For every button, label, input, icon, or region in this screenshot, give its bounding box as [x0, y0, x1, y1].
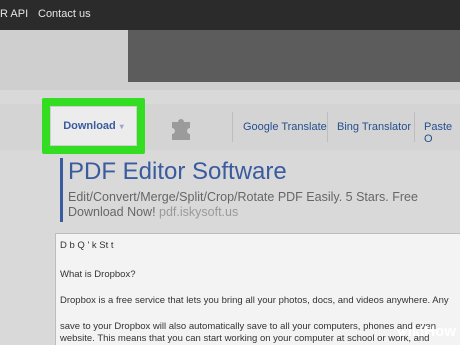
ad-url[interactable]: pdf.iskysoft.us [159, 205, 238, 219]
ad-cta-line: Download Now! pdf.iskysoft.us [68, 205, 238, 219]
watermark-how: How [424, 323, 456, 340]
puzzle-piece-icon[interactable] [168, 114, 198, 140]
doc-line: Dropbox is a free service that lets you … [60, 295, 449, 306]
download-button-label: Download [63, 120, 116, 132]
nav-contact-link[interactable]: Contact us [38, 8, 91, 20]
toolbar-divider [232, 112, 233, 142]
download-button[interactable]: Download ▾ [50, 106, 137, 146]
doc-line: D b Q ' k St t [60, 240, 114, 251]
chevron-down-icon: ▾ [119, 121, 124, 131]
google-translate-link[interactable]: Google Translate [243, 121, 327, 133]
watermark-wiki: wiki [396, 324, 425, 340]
paste-link[interactable]: Paste O [424, 121, 460, 145]
ad-title[interactable]: PDF Editor Software [68, 158, 287, 186]
banner-area [128, 30, 460, 82]
bing-translator-link[interactable]: Bing Translator [337, 121, 411, 133]
toolbar-divider [414, 112, 415, 142]
toolbar-divider [327, 112, 328, 142]
ad-cta-text: Download Now! [68, 205, 156, 219]
doc-line: What is Dropbox? [60, 269, 136, 280]
ad-accent-bar [60, 158, 63, 222]
ad-description: Edit/Convert/Merge/Split/Crop/Rotate PDF… [68, 190, 418, 204]
header-panel [0, 30, 460, 90]
wikihow-watermark: wikiHow [397, 323, 456, 341]
doc-line: save to your Dropbox will also automatic… [60, 321, 436, 332]
doc-line: website. This means that you can start w… [60, 333, 430, 344]
nav-api-link[interactable]: R API [0, 8, 28, 20]
top-nav-bar: R API Contact us [0, 0, 460, 30]
